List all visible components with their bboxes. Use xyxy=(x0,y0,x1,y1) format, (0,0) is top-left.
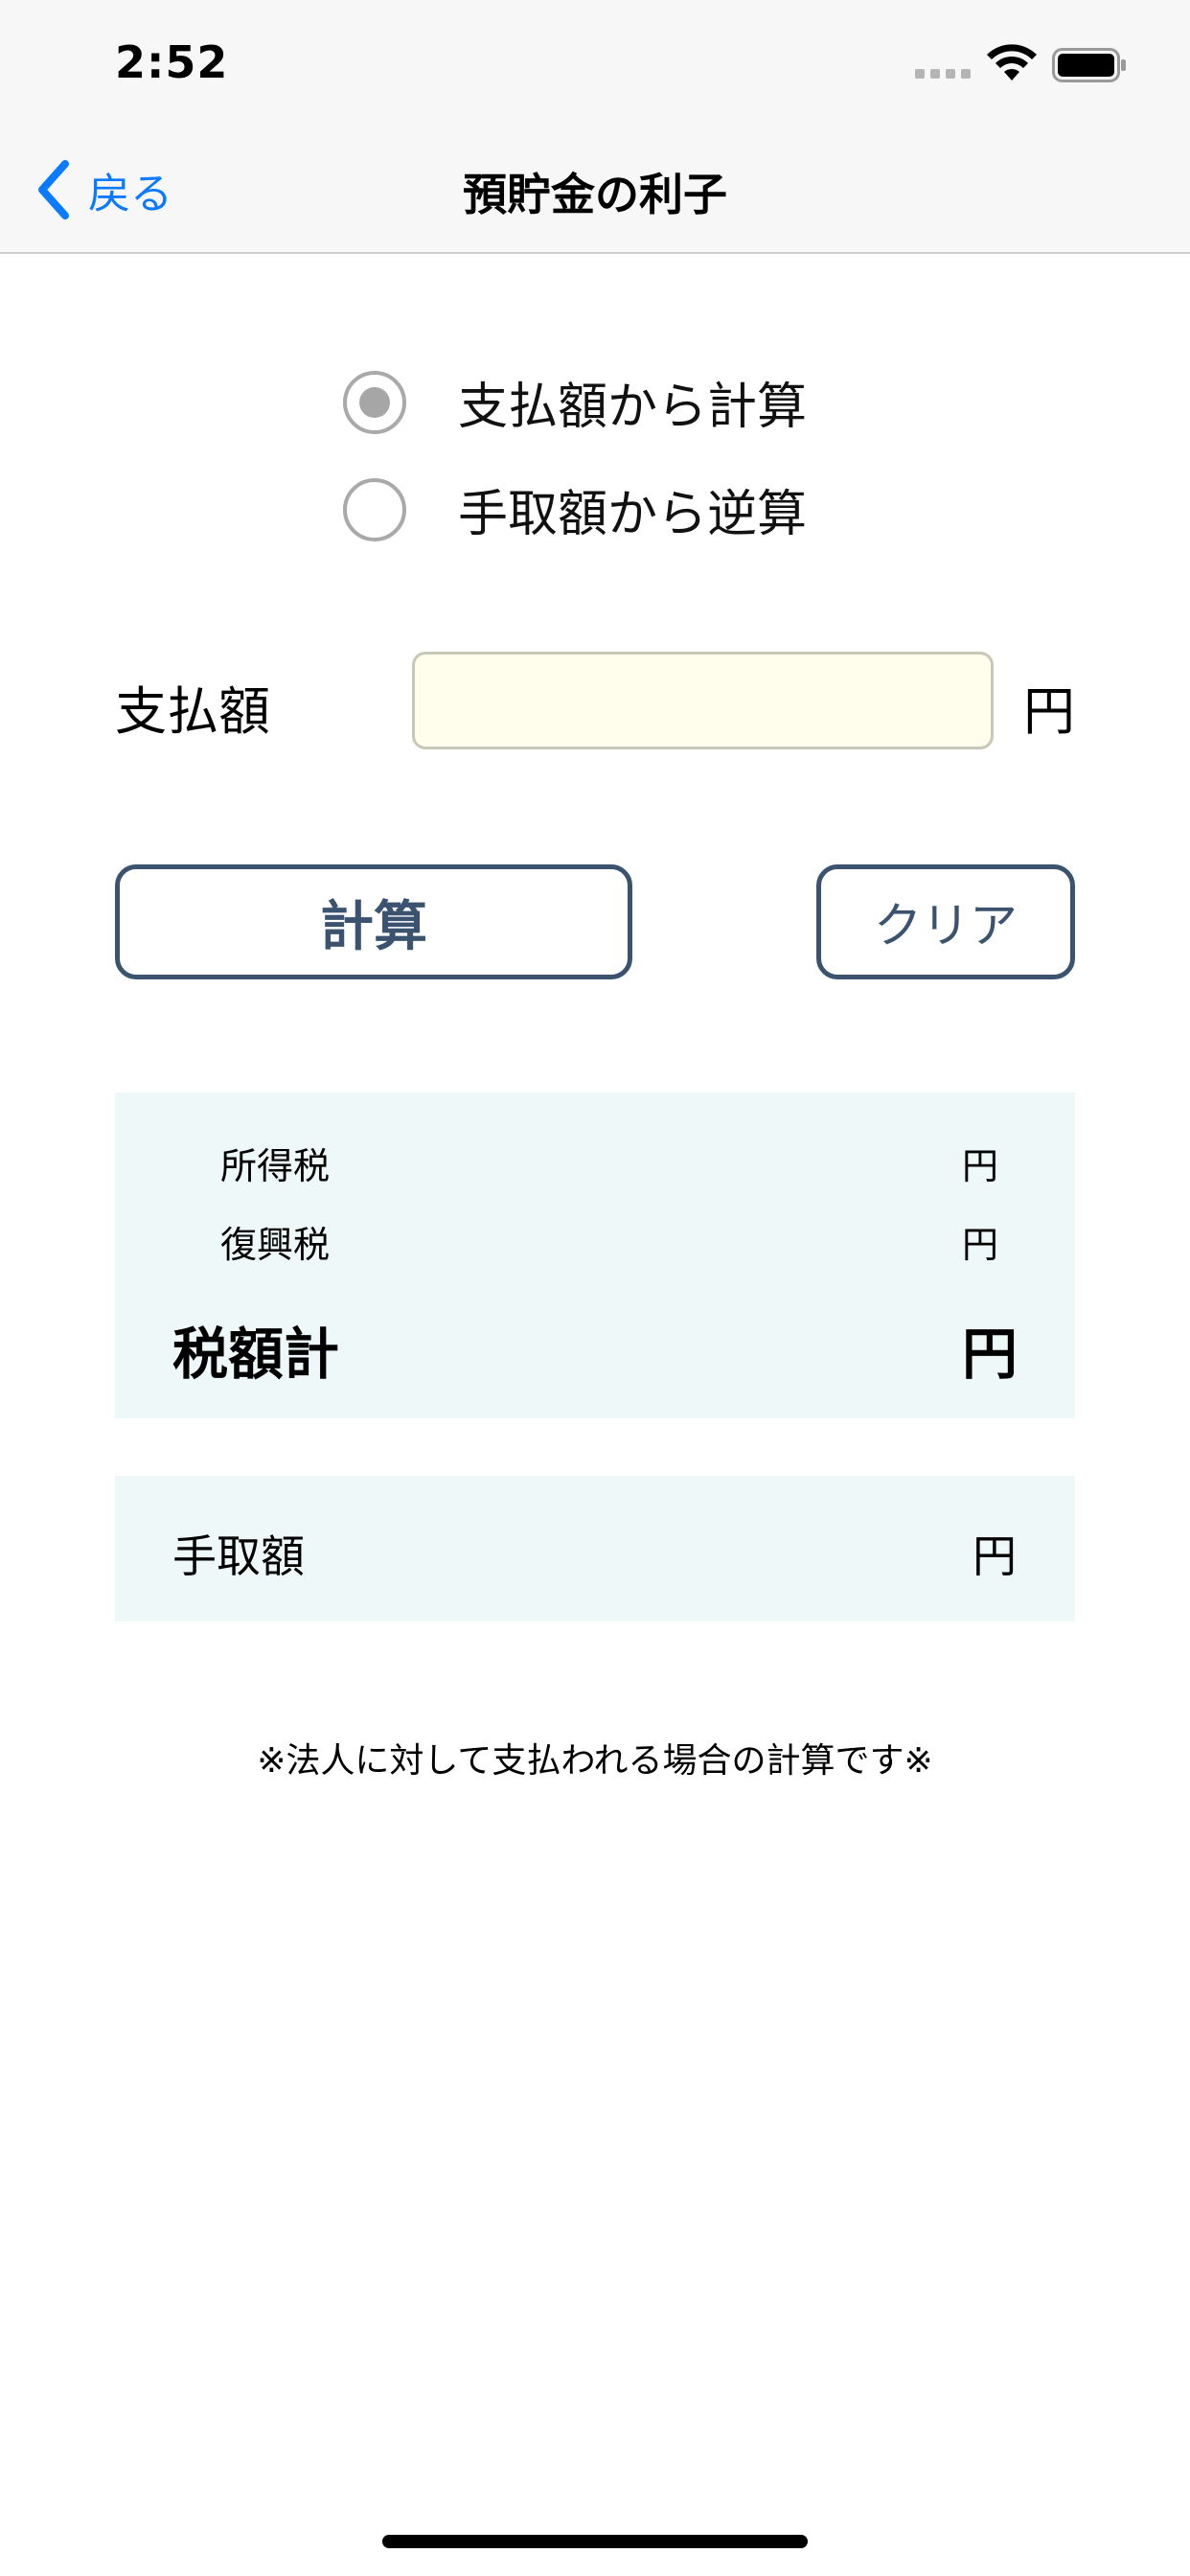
payment-amount-input[interactable] xyxy=(412,652,994,749)
total-tax-label: 税額計 xyxy=(172,1322,340,1387)
status-time: 2:52 xyxy=(115,36,229,88)
radio-button-selected[interactable] xyxy=(343,370,406,434)
radio-label: 手取額から逆算 xyxy=(458,486,808,543)
income-tax-label: 所得税 xyxy=(220,1145,331,1187)
net-amount-unit: 円 xyxy=(973,1530,1017,1582)
calculate-button[interactable]: 計算 xyxy=(115,864,632,979)
total-tax-unit: 円 xyxy=(962,1322,1018,1387)
page-title: 預貯金の利子 xyxy=(463,169,727,220)
home-indicator[interactable] xyxy=(382,2535,808,2548)
reconstruction-tax-label: 復興税 xyxy=(220,1224,331,1266)
battery-icon xyxy=(1052,48,1126,82)
radio-option-from-net[interactable]: 手取額から逆算 xyxy=(343,473,807,545)
radio-option-from-payment[interactable]: 支払額から計算 xyxy=(343,366,807,438)
net-amount-label: 手取額 xyxy=(172,1530,305,1582)
radio-label: 支払額から計算 xyxy=(458,379,808,436)
income-tax-unit: 円 xyxy=(962,1145,999,1187)
footnote: ※法人に対して支払われる場合の計算です※ xyxy=(257,1741,933,1781)
wifi-icon xyxy=(987,44,1037,80)
clear-button[interactable]: クリア xyxy=(816,864,1075,979)
radio-button[interactable] xyxy=(343,477,406,541)
net-amount-panel: 手取額 円 xyxy=(115,1476,1075,1622)
payment-amount-label: 支払額 xyxy=(115,681,270,742)
tax-result-panel: 所得税 円 復興税 円 税額計 円 xyxy=(115,1092,1075,1418)
cellular-signal-icon xyxy=(915,69,971,79)
navigation-bar: 2:52 戻る 預貯金の利子 xyxy=(0,0,1190,254)
payment-amount-unit: 円 xyxy=(1023,681,1075,742)
reconstruction-tax-unit: 円 xyxy=(962,1224,999,1266)
